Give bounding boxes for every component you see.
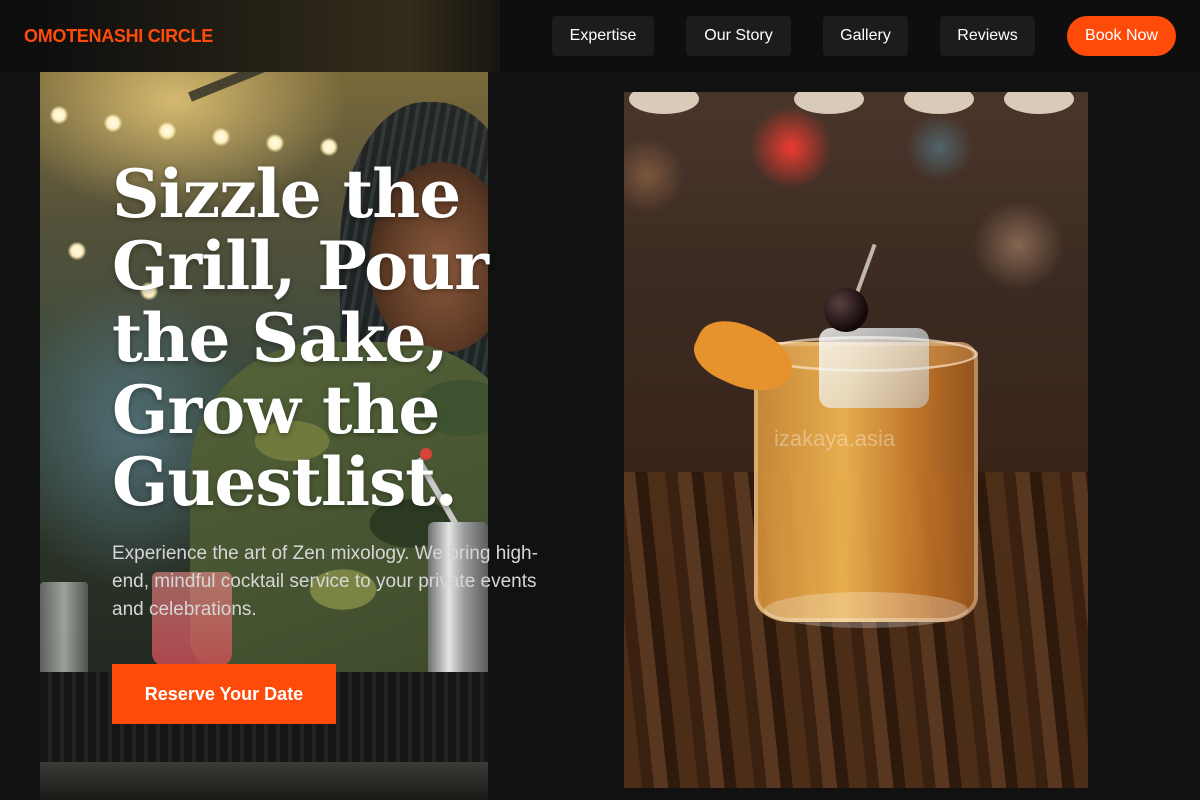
photo-watermark: izakaya.asia xyxy=(774,426,896,451)
page: Sizzle the Grill, Pour the Sake, Grow th… xyxy=(0,0,1200,800)
string-light xyxy=(320,138,338,156)
hero-title: Sizzle the Grill, Pour the Sake, Grow th… xyxy=(112,155,489,521)
photo-detail xyxy=(1004,92,1074,114)
reserve-your-date-button[interactable]: Reserve Your Date xyxy=(112,664,336,724)
string-light xyxy=(212,128,230,146)
photo-detail xyxy=(188,72,433,102)
site-header: OMOTENASHI CIRCLE Expertise Our Story Ga… xyxy=(0,0,1200,72)
site-logo[interactable]: OMOTENASHI CIRCLE xyxy=(24,24,213,48)
photo-detail xyxy=(819,328,929,408)
book-now-button[interactable]: Book Now xyxy=(1067,16,1176,56)
string-light xyxy=(50,106,68,124)
nav-reviews[interactable]: Reviews xyxy=(940,16,1035,56)
cocktail-photo: izakaya.asia xyxy=(624,92,1088,788)
nav-gallery[interactable]: Gallery xyxy=(823,16,908,56)
photo-detail xyxy=(824,288,868,332)
string-light xyxy=(68,242,86,260)
string-light xyxy=(158,122,176,140)
string-light xyxy=(104,114,122,132)
hero-description: Experience the art of Zen mixology. We b… xyxy=(112,543,538,620)
photo-detail xyxy=(904,92,974,114)
nav-our-story[interactable]: Our Story xyxy=(686,16,791,56)
photo-detail xyxy=(629,92,699,114)
photo-detail xyxy=(764,592,968,628)
photo-detail xyxy=(40,762,488,800)
nav-expertise[interactable]: Expertise xyxy=(552,16,654,56)
photo-detail xyxy=(794,92,864,114)
string-light xyxy=(266,134,284,152)
